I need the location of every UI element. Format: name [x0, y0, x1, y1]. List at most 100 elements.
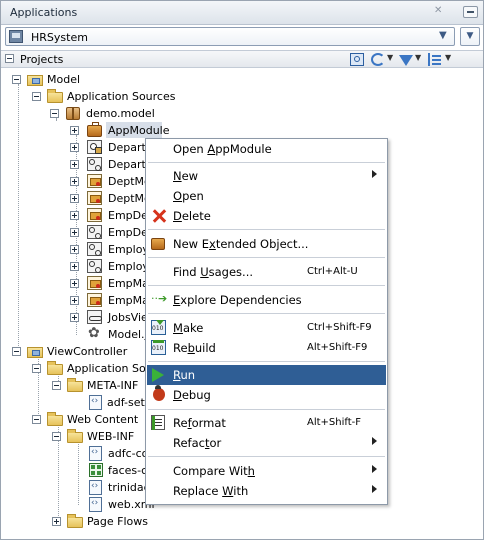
menu-separator [148, 162, 385, 163]
association-icon [87, 225, 102, 239]
menu-item-new-extended-object[interactable]: New Extended Object... [147, 234, 386, 254]
menu-item-shortcut: Alt+Shift-F [307, 417, 362, 428]
make-icon [151, 320, 166, 335]
chevron-down-icon[interactable]: ▼ [439, 30, 447, 41]
collapse-icon[interactable] [52, 432, 61, 441]
sync-icon[interactable] [371, 53, 385, 66]
expand-icon[interactable] [70, 160, 79, 169]
project-file-icon [87, 325, 103, 342]
application-module-icon [151, 238, 165, 250]
tree-item-label: Web Content [67, 413, 139, 426]
view-object-icon [87, 293, 102, 307]
menu-item-explore-dependencies[interactable]: Explore Dependencies [147, 290, 386, 310]
expand-icon[interactable] [70, 194, 79, 203]
application-module-icon [87, 122, 102, 137]
submenu-arrow-icon [372, 485, 377, 493]
menu-separator [148, 313, 385, 314]
minimize-icon[interactable] [463, 6, 478, 18]
expand-icon[interactable] [70, 211, 79, 220]
application-name: HRSystem [31, 31, 88, 44]
folder-icon [67, 429, 83, 443]
collapse-icon[interactable] [12, 347, 21, 356]
collapse-icon[interactable] [32, 364, 41, 373]
chevron-down-icon[interactable]: ▼ [445, 53, 451, 62]
menu-item-rebuild[interactable]: Rebuild Alt+Shift-F9 [147, 338, 386, 358]
menu-separator [148, 409, 385, 410]
collapse-icon[interactable] [12, 75, 21, 84]
rebuild-icon [151, 340, 166, 355]
expand-icon[interactable] [70, 143, 79, 152]
navigator-display-options-icon[interactable] [428, 53, 442, 66]
menu-item-delete[interactable]: Delete [147, 206, 386, 226]
menu-item-label: New Extended Object... [173, 237, 309, 251]
view-object-icon [87, 191, 102, 205]
expand-icon[interactable] [70, 313, 79, 322]
search-icon[interactable] [350, 53, 364, 66]
run-icon [152, 368, 164, 382]
menu-item-find-usages[interactable]: Find Usages... Ctrl+Alt-U [147, 262, 386, 282]
expand-icon[interactable] [70, 177, 79, 186]
expand-icon[interactable] [52, 517, 61, 526]
tree-item-label: demo.model [86, 107, 155, 120]
tree-connector [18, 84, 19, 352]
association-icon [87, 259, 102, 273]
collapse-icon[interactable] [32, 415, 41, 424]
expand-icon[interactable] [70, 245, 79, 254]
xml-file-icon [89, 497, 102, 512]
tree-connector [56, 118, 57, 120]
tree-item-label: Model [47, 73, 81, 86]
faces-config-icon [89, 463, 103, 477]
submenu-arrow-icon [372, 465, 377, 473]
menu-separator [148, 229, 385, 230]
menu-item-refactor[interactable]: Refactor [147, 433, 386, 453]
menu-item-open-appmodule[interactable]: Open AppModule [147, 139, 386, 159]
view-object-icon [87, 174, 102, 188]
collapse-icon[interactable] [52, 381, 61, 390]
filter-icon[interactable] [399, 55, 413, 66]
menu-item-label: Replace With [173, 484, 249, 498]
menu-item-label: Open [173, 189, 204, 203]
tree-item-label: adf-sett [107, 396, 150, 409]
tree-item-label: Application Sour [67, 362, 158, 375]
expand-icon[interactable] [70, 279, 79, 288]
menu-item-make[interactable]: Make Ctrl+Shift-F9 [147, 318, 386, 338]
menu-item-replace-with[interactable]: Replace With [147, 481, 386, 501]
view-object-icon [87, 276, 102, 290]
expand-icon[interactable] [70, 126, 79, 135]
menu-item-debug[interactable]: Debug [147, 385, 386, 405]
menu-item-label: Make [173, 321, 204, 335]
folder-icon [47, 89, 63, 103]
application-menu-button[interactable]: ▼ [460, 27, 480, 46]
menu-item-reformat[interactable]: Reformat Alt+Shift-F [147, 413, 386, 433]
collapse-icon[interactable] [32, 92, 41, 101]
collapse-icon[interactable] [5, 54, 14, 63]
submenu-arrow-icon [372, 437, 377, 445]
view-object-icon [87, 208, 102, 222]
expand-icon[interactable] [70, 262, 79, 271]
close-icon[interactable]: ✕ [434, 5, 442, 16]
chevron-down-icon[interactable]: ▼ [415, 53, 421, 62]
menu-item-label: Explore Dependencies [173, 293, 302, 307]
expand-icon[interactable] [70, 228, 79, 237]
applications-header: Applications ✕ [1, 1, 483, 25]
menu-item-compare-with[interactable]: Compare With [147, 461, 386, 481]
menu-item-new[interactable]: New [147, 166, 386, 186]
project-folder-icon [27, 75, 43, 86]
menu-item-run[interactable]: Run [147, 365, 386, 385]
expand-icon[interactable] [70, 296, 79, 305]
menu-item-open[interactable]: Open [147, 186, 386, 206]
menu-item-shortcut: Ctrl+Alt-U [307, 266, 358, 277]
collapse-icon[interactable] [50, 109, 59, 118]
menu-separator [148, 361, 385, 362]
folder-icon [47, 412, 63, 426]
menu-item-label: Find Usages... [173, 265, 254, 279]
chevron-down-icon[interactable]: ▼ [387, 53, 393, 62]
application-selector[interactable]: HRSystem ▼ [5, 27, 455, 46]
explore-dependencies-icon [151, 292, 167, 308]
tree-item-label: Application Sources [67, 90, 176, 103]
menu-separator [148, 257, 385, 258]
entity-object-icon [87, 140, 102, 154]
xml-file-icon [89, 446, 102, 461]
folder-icon [47, 361, 63, 375]
projects-title: Projects [20, 53, 64, 66]
